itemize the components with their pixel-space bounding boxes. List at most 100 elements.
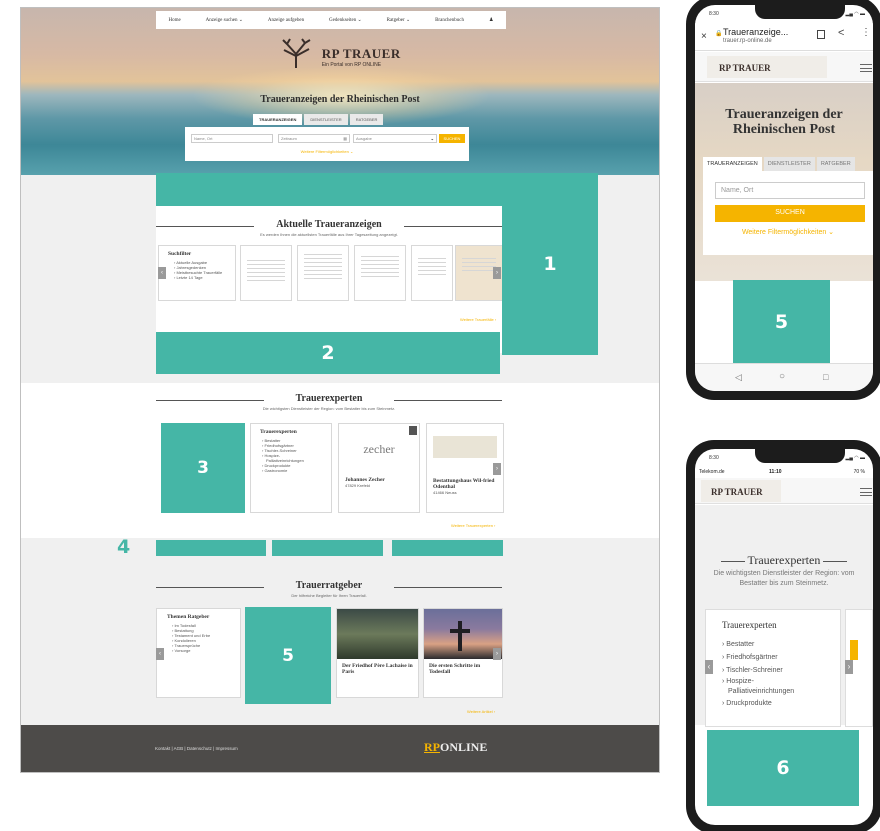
user-icon[interactable]: ♟ [489, 17, 493, 23]
cross-bar [450, 629, 470, 633]
browser-url[interactable]: trauer.rp-online.de [723, 38, 772, 44]
carousel-next-icon[interactable]: › [493, 648, 501, 660]
experts-category-list: › Bestatter › Friedhofsgärtner › Tischle… [722, 638, 794, 710]
carousel-next-icon[interactable]: › [845, 660, 853, 674]
highlight-strip-4c [392, 540, 503, 556]
page-title: Traueranzeigen der Rheinischen Post [725, 107, 843, 137]
category-catering[interactable]: › Gastronomie [262, 468, 331, 473]
expert-name: Bestattungshaus Wil-fried Odenthal [433, 478, 495, 490]
carousel-prev-icon[interactable]: ‹ [705, 660, 713, 674]
bookmark-icon[interactable] [409, 426, 417, 435]
category-gardener[interactable]: › Friedhofsgärtner [722, 651, 794, 664]
cemetery-photo [337, 609, 418, 659]
nav-memorial[interactable]: Gedenkseiten ⌄ [329, 17, 362, 23]
nav-search-notice[interactable]: Anzeige suchen ⌄ [206, 17, 243, 23]
advice-article-card[interactable]: Der Friedhof Père Lachaise in Paris [336, 608, 419, 698]
category-hospice[interactable]: › Hospize- [722, 677, 794, 686]
browser-bar: × 🔒 Traueranzeige... trauer.rp-online.de… [695, 23, 873, 51]
title-rule-left [156, 400, 264, 401]
obituary-card[interactable] [240, 245, 292, 301]
topic-precaution[interactable]: › Vorsorge [172, 648, 240, 653]
back-icon[interactable]: ◁ [735, 372, 742, 383]
logo-title: RP TRAUER [321, 46, 401, 61]
carousel-next-icon[interactable]: › [493, 267, 501, 279]
tab-services[interactable]: DIENSTLEISTER [304, 114, 348, 125]
title-rule-left [720, 560, 745, 562]
advice-title: Trauerratgeber [156, 580, 502, 591]
more-filters-link[interactable]: Weitere Filtermöglichkeiten ⌄ [185, 149, 469, 154]
edition-select[interactable]: Ausgabe ⌄ [353, 134, 437, 143]
bookmark-icon[interactable] [817, 30, 825, 39]
title-rule-left [156, 226, 254, 227]
carousel-prev-icon[interactable]: ‹ [156, 648, 164, 660]
hamburger-icon[interactable] [860, 64, 872, 72]
android-navbar: ◁ ○ □ [695, 363, 873, 391]
more-obituaries-link[interactable]: Weitere Trauerfälle › [460, 317, 496, 322]
tab-notices[interactable]: TRAUERANZEIGEN [703, 157, 762, 171]
footer-logo[interactable]: RPONLINE [424, 740, 487, 755]
search-button[interactable]: SUCHEN [715, 205, 865, 222]
recents-icon[interactable]: □ [823, 372, 828, 382]
category-palliative[interactable]: Palliativeinrichtungen [722, 686, 794, 697]
home-icon[interactable]: ○ [779, 371, 785, 382]
highlight-box-5: 5 [245, 607, 331, 704]
share-icon[interactable]: < [838, 27, 844, 39]
experts-section: Trauerexperten Die wichtigsten Dienstlei… [695, 505, 873, 727]
experts-list-title: Trauerexperten [722, 620, 777, 630]
highlight-box-6: 6 [707, 730, 859, 806]
category-print[interactable]: › Druckprodukte [722, 697, 794, 710]
category-undertaker[interactable]: › Bestatter [722, 638, 794, 651]
status-time: 8:30 [709, 455, 719, 461]
close-icon[interactable]: × [701, 31, 707, 42]
experts-title: Trauerexperten [695, 553, 873, 568]
carousel-prev-icon[interactable]: ‹ [158, 267, 166, 279]
notices-title: Aktuelle Traueranzeigen [156, 219, 502, 230]
tab-advice[interactable]: RATGEBER [349, 114, 384, 125]
advice-title-text: Trauerratgeber [295, 580, 363, 591]
site-logo[interactable]: RP TRAUER Ein Portal von RP ONLINE [21, 38, 659, 76]
tree-icon [279, 38, 313, 76]
category-carpenter[interactable]: › Tischler-Schreiner [722, 664, 794, 677]
obituary-card[interactable] [354, 245, 406, 301]
site-logo[interactable]: RP TRAUER [711, 487, 763, 497]
search-filter-card: Suchfilter › Aktuelle Ausgabe › Jahresge… [158, 245, 236, 301]
date-range-input[interactable]: Zeitraum ▦ [278, 134, 350, 143]
search-button[interactable]: SUCHEN [439, 134, 465, 143]
footer-links[interactable]: Kontakt | AGB | Datenschutz | Impressum [155, 746, 238, 751]
nav-directory[interactable]: Branchenbuch [435, 18, 464, 23]
status-time: 8:30 [709, 11, 719, 17]
carousel-next-icon[interactable]: › [493, 463, 501, 475]
expert-logo: zecher [363, 442, 395, 456]
tab-services[interactable]: DIENSTLEISTER [763, 157, 815, 171]
hero-banner: Traueranzeigen der Rheinischen Post TRAU… [695, 83, 873, 281]
battery: 70 % [853, 469, 865, 475]
more-experts-link[interactable]: Weitere Trauerexperten › [451, 523, 495, 528]
more-articles-link[interactable]: Weitere Artikel › [467, 709, 495, 714]
nav-place-notice[interactable]: Anzeige aufgeben [268, 18, 304, 23]
highlight-strip-4b [272, 540, 383, 556]
advice-list-title: Themen Ratgeber [167, 614, 210, 620]
experts-category-card: Trauerexperten › Bestatter › Friedhofsgä… [705, 609, 841, 727]
tab-advice[interactable]: RATGEBER [816, 157, 855, 171]
advice-article-card[interactable]: Die ersten Schritte im Todesfall [423, 608, 503, 698]
name-place-input[interactable]: Name, Ort [715, 182, 865, 199]
experts-title-text: Trauerexperten [295, 393, 363, 404]
filter-last-14-days[interactable]: › Letzte 14 Tage [174, 275, 235, 280]
highlight-box-5-mobile: 5 [733, 280, 830, 363]
obituary-card[interactable] [297, 245, 349, 301]
tab-notices[interactable]: TRAUERANZEIGEN [253, 114, 303, 125]
menu-dots-icon[interactable]: ⋮ [861, 27, 871, 38]
nav-home[interactable]: Home [168, 18, 180, 23]
phone-notch [755, 449, 845, 463]
name-place-input[interactable]: Name, Ort [191, 134, 273, 143]
search-tabs: TRAUERANZEIGEN DIENSTLEISTER RATGEBER [253, 114, 385, 125]
obituary-card[interactable] [411, 245, 453, 301]
clock: 11:10 [769, 469, 782, 475]
expert-card[interactable]: zecher Johannes Zecher 47829 Krefeld [338, 423, 420, 513]
nav-advice[interactable]: Ratgeber ⌄ [387, 17, 411, 23]
footer-logo-online: ONLINE [440, 740, 488, 754]
more-filters-link[interactable]: Weitere Filtermöglichkeiten ⌄ [703, 228, 873, 236]
site-logo[interactable]: RP TRAUER [719, 63, 771, 73]
hamburger-icon[interactable] [860, 488, 872, 496]
logo-subtitle: Ein Portal von RP ONLINE [321, 62, 382, 68]
